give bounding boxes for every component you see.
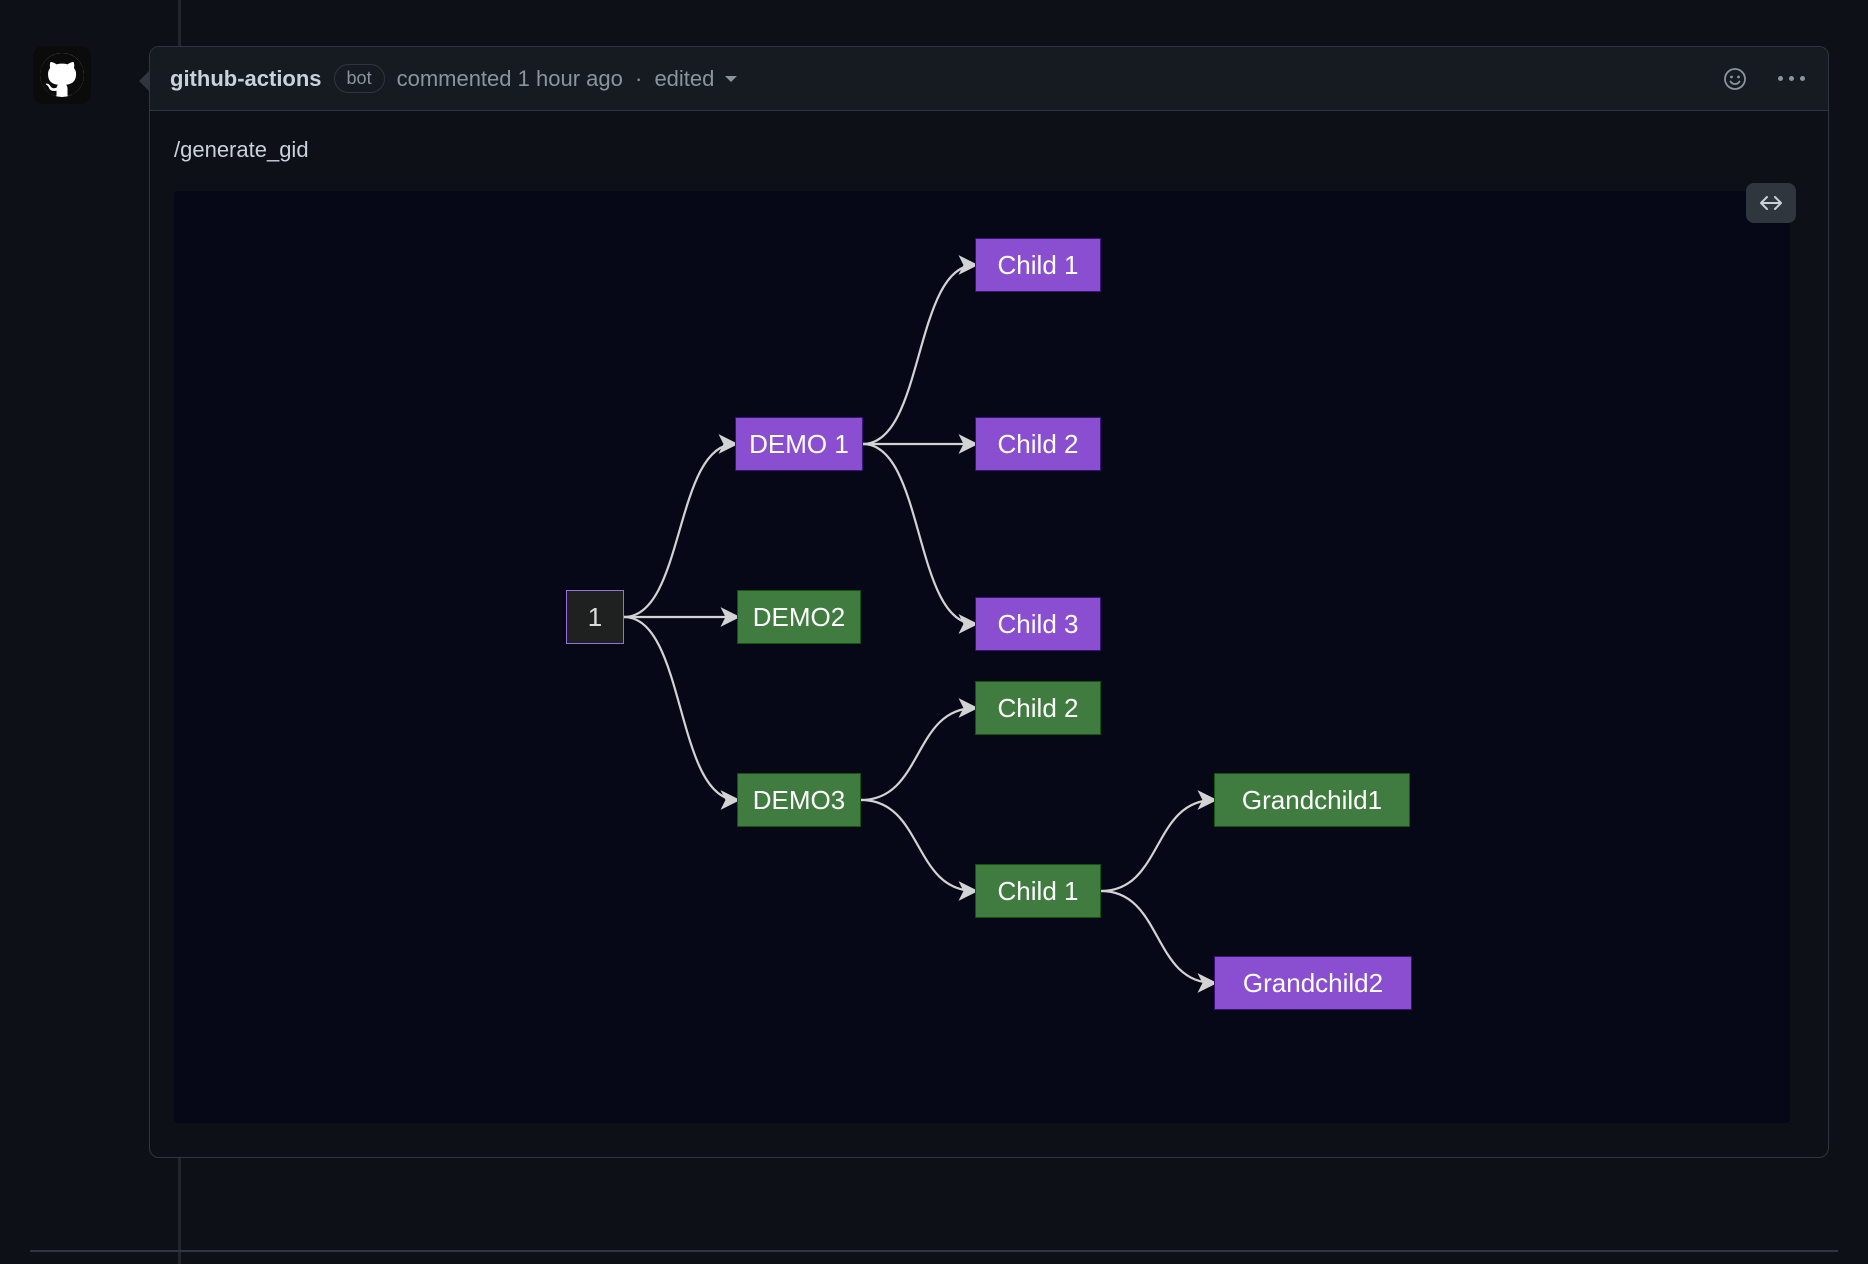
- diagram-node-demo1: DEMO 1: [735, 417, 863, 471]
- diagram-node-root: 1: [566, 590, 624, 644]
- comment-text: /generate_gid: [174, 137, 1804, 163]
- diagram-node-child1a: Child 1: [975, 238, 1101, 292]
- edited-label[interactable]: edited: [654, 66, 714, 91]
- comment-container: github-actions bot commented 1 hour ago …: [149, 46, 1829, 1158]
- diagram-edge: [1101, 891, 1214, 983]
- comment-body: /generate_gid 1 DEMO 1 DEMO2 DEMO3 Child 1 Ch…: [150, 111, 1828, 1157]
- diagram-node-child2b: Child 2: [975, 681, 1101, 735]
- divider: [30, 1250, 1838, 1252]
- diagram-edge: [861, 800, 975, 891]
- comment-header-actions: [1723, 67, 1808, 91]
- bot-badge: bot: [334, 64, 385, 93]
- comment-timestamp[interactable]: 1 hour ago: [518, 66, 623, 91]
- diagram-container: 1 DEMO 1 DEMO2 DEMO3 Child 1 Child 2 Child 3 Ch…: [174, 191, 1790, 1123]
- diagram-node-demo3: DEMO3: [737, 773, 861, 827]
- diagram-edge: [861, 708, 975, 800]
- comment-author[interactable]: github-actions: [170, 66, 322, 92]
- edited-dropdown[interactable]: [724, 74, 738, 84]
- diagram-edges: [174, 191, 1790, 1123]
- diagram-node-demo2: DEMO2: [737, 590, 861, 644]
- diagram-node-child3a: Child 3: [975, 597, 1101, 651]
- github-icon: [40, 53, 84, 97]
- diagram-node-grandchild2: Grandchild2: [1214, 956, 1412, 1010]
- author-avatar[interactable]: [33, 46, 91, 104]
- smiley-icon: [1723, 67, 1747, 91]
- kebab-icon: [1778, 76, 1783, 81]
- caret-down-icon: [724, 74, 738, 84]
- diagram-node-child2a: Child 2: [975, 417, 1101, 471]
- meta-separator: ·: [635, 66, 642, 91]
- diagram-edge: [863, 265, 975, 444]
- diagram-node-child1b: Child 1: [975, 864, 1101, 918]
- diagram-edge: [624, 444, 735, 617]
- comment-meta: commented 1 hour ago · edited: [397, 66, 715, 92]
- diagram-edge: [863, 444, 975, 624]
- diagram-node-grandchild1: Grandchild1: [1214, 773, 1410, 827]
- comment-action: commented: [397, 66, 512, 91]
- add-reaction-button[interactable]: [1723, 67, 1747, 91]
- comment-menu-button[interactable]: [1775, 76, 1808, 81]
- comment-header: github-actions bot commented 1 hour ago …: [150, 47, 1828, 111]
- diagram-edge: [624, 617, 737, 800]
- diagram-edge: [1101, 800, 1214, 891]
